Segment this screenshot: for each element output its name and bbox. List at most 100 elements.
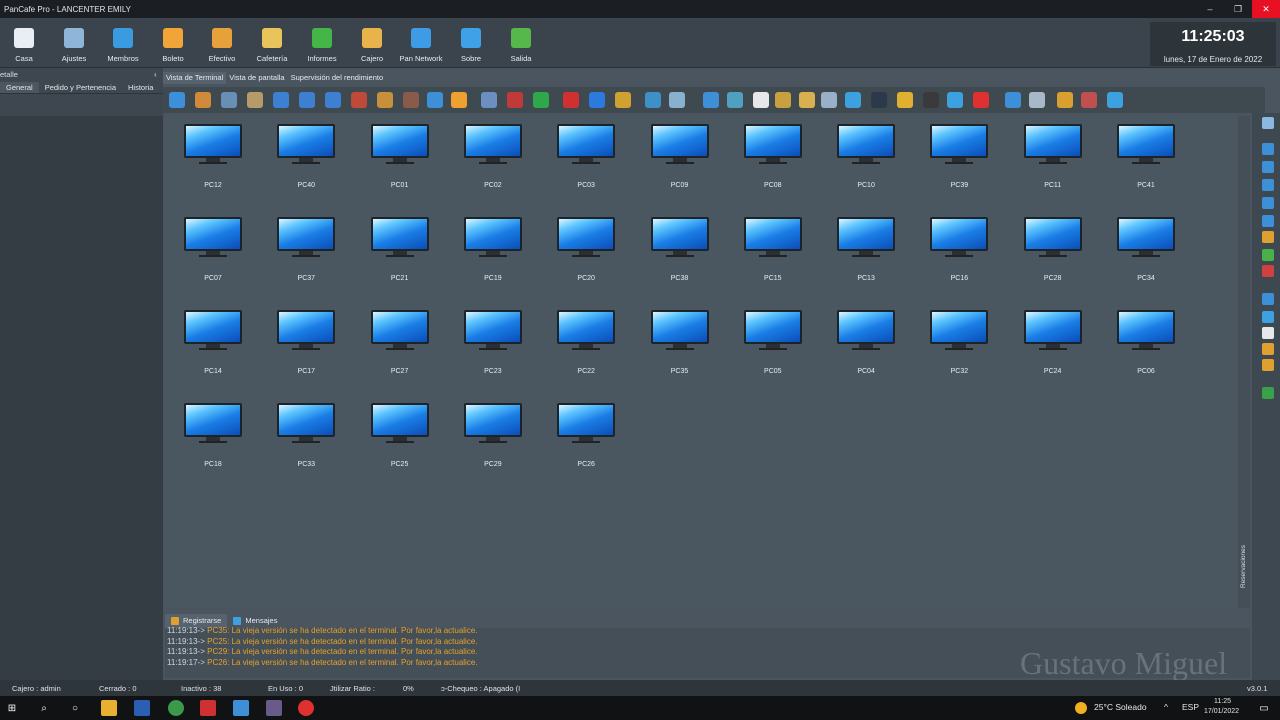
- ribbon-button-salida[interactable]: Salida: [497, 22, 545, 66]
- terminal-item[interactable]: PC34: [1110, 209, 1180, 282]
- terminal-item[interactable]: PC02: [457, 116, 527, 189]
- view-tab[interactable]: Supervisión del rendimiento: [288, 72, 387, 84]
- terminal-item[interactable]: PC21: [364, 209, 434, 282]
- terminal-item[interactable]: PC25: [364, 395, 434, 468]
- toolbar-tool-icon[interactable]: [1005, 92, 1021, 108]
- strip-tool-icon[interactable]: [1262, 387, 1274, 399]
- terminal-item[interactable]: PC33: [270, 395, 340, 468]
- terminal-item[interactable]: PC10: [830, 116, 900, 189]
- toolbar-tool-icon[interactable]: [897, 92, 913, 108]
- toolbar-tool-icon[interactable]: [703, 92, 719, 108]
- toolbar-tool-icon[interactable]: [563, 92, 579, 108]
- app-icon[interactable]: [266, 700, 282, 716]
- toolbar-tool-icon[interactable]: [325, 92, 341, 108]
- ribbon-button-casa[interactable]: Casa: [0, 22, 48, 66]
- ribbon-button-informes[interactable]: Informes: [298, 22, 346, 66]
- terminal-item[interactable]: PC27: [364, 302, 434, 375]
- tray-caret-icon[interactable]: ^: [1164, 702, 1168, 712]
- terminal-item[interactable]: PC18: [177, 395, 247, 468]
- ribbon-button-cafetería[interactable]: Cafetería: [248, 22, 296, 66]
- toolbar-tool-icon[interactable]: [533, 92, 549, 108]
- toolbar-tool-icon[interactable]: [221, 92, 237, 108]
- toolbar-tool-icon[interactable]: [821, 92, 837, 108]
- grid-scrollbar[interactable]: [1238, 116, 1250, 608]
- toolbar-tool-icon[interactable]: [427, 92, 443, 108]
- toolbar-tool-icon[interactable]: [871, 92, 887, 108]
- recorder-icon[interactable]: [298, 700, 314, 716]
- toolbar-tool-icon[interactable]: [973, 92, 989, 108]
- terminal-item[interactable]: PC41: [1110, 116, 1180, 189]
- toolbar-tool-icon[interactable]: [299, 92, 315, 108]
- windows-start-icon[interactable]: ⊞: [4, 700, 20, 716]
- terminal-item[interactable]: PC39: [923, 116, 993, 189]
- terminal-item[interactable]: PC17: [270, 302, 340, 375]
- terminal-item[interactable]: PC16: [923, 209, 993, 282]
- terminal-item[interactable]: PC03: [550, 116, 620, 189]
- strip-tool-icon[interactable]: [1262, 179, 1274, 191]
- terminal-item[interactable]: PC07: [177, 209, 247, 282]
- terminal-item[interactable]: PC13: [830, 209, 900, 282]
- close-button[interactable]: ✕: [1252, 0, 1280, 18]
- terminal-item[interactable]: PC32: [923, 302, 993, 375]
- terminal-item[interactable]: PC04: [830, 302, 900, 375]
- taskbar-time[interactable]: 11:25: [1214, 698, 1231, 705]
- toolbar-tool-icon[interactable]: [351, 92, 367, 108]
- chrome-icon[interactable]: [168, 700, 184, 716]
- terminal-item[interactable]: PC20: [550, 209, 620, 282]
- detail-tab[interactable]: Historia: [122, 82, 159, 93]
- language-indicator[interactable]: ESP: [1182, 702, 1199, 712]
- strip-tool-icon[interactable]: [1262, 327, 1274, 339]
- toolbar-tool-icon[interactable]: [451, 92, 467, 108]
- strip-tool-icon[interactable]: [1262, 311, 1274, 323]
- terminal-item[interactable]: PC38: [644, 209, 714, 282]
- toolbar-tool-icon[interactable]: [273, 92, 289, 108]
- terminal-item[interactable]: PC06: [1110, 302, 1180, 375]
- taskbar-date[interactable]: 17/01/2022: [1204, 708, 1239, 715]
- anydesk-icon[interactable]: [200, 700, 216, 716]
- toolbar-tool-icon[interactable]: [615, 92, 631, 108]
- search-icon[interactable]: ⌕: [36, 700, 52, 716]
- toolbar-tool-icon[interactable]: [947, 92, 963, 108]
- view-tab[interactable]: Vista de pantalla: [226, 72, 287, 84]
- ribbon-button-sobre[interactable]: Sobre: [447, 22, 495, 66]
- collapse-icon[interactable]: ‹: [154, 70, 157, 79]
- toolbar-tool-icon[interactable]: [845, 92, 861, 108]
- ribbon-button-pan-network[interactable]: Pan Network: [397, 22, 445, 66]
- terminal-item[interactable]: PC09: [644, 116, 714, 189]
- ribbon-button-boleto[interactable]: Boleto: [149, 22, 197, 66]
- terminal-item[interactable]: PC40: [270, 116, 340, 189]
- toolbar-tool-icon[interactable]: [403, 92, 419, 108]
- toolbar-tool-icon[interactable]: [1107, 92, 1123, 108]
- strip-tool-icon[interactable]: [1262, 161, 1274, 173]
- terminal-item[interactable]: PC37: [270, 209, 340, 282]
- word-icon[interactable]: [134, 700, 150, 716]
- toolbar-tool-icon[interactable]: [727, 92, 743, 108]
- strip-tool-icon[interactable]: [1262, 215, 1274, 227]
- remote-desktop-icon[interactable]: [233, 700, 249, 716]
- notifications-icon[interactable]: ▭: [1256, 700, 1272, 716]
- terminal-item[interactable]: PC35: [644, 302, 714, 375]
- ribbon-button-cajero[interactable]: Cajero: [348, 22, 396, 66]
- toolbar-tool-icon[interactable]: [507, 92, 523, 108]
- terminal-item[interactable]: PC19: [457, 209, 527, 282]
- reservaciones-label[interactable]: Reservaciones: [1240, 545, 1247, 588]
- toolbar-tool-icon[interactable]: [669, 92, 685, 108]
- toolbar-tool-icon[interactable]: [377, 92, 393, 108]
- strip-tool-icon[interactable]: [1262, 143, 1274, 155]
- detail-tab[interactable]: Pedido y Pertenencia: [39, 82, 122, 93]
- toolbar-tool-icon[interactable]: [775, 92, 791, 108]
- toolbar-tool-icon[interactable]: [923, 92, 939, 108]
- terminal-item[interactable]: PC28: [1017, 209, 1087, 282]
- ribbon-button-efectivo[interactable]: Efectivo: [198, 22, 246, 66]
- toolbar-tool-icon[interactable]: [645, 92, 661, 108]
- terminal-item[interactable]: PC12: [177, 116, 247, 189]
- toolbar-tool-icon[interactable]: [753, 92, 769, 108]
- terminal-item[interactable]: PC15: [737, 209, 807, 282]
- file-explorer-icon[interactable]: [101, 700, 117, 716]
- toolbar-tool-icon[interactable]: [589, 92, 605, 108]
- terminal-item[interactable]: PC23: [457, 302, 527, 375]
- terminal-item[interactable]: PC08: [737, 116, 807, 189]
- terminal-item[interactable]: PC24: [1017, 302, 1087, 375]
- terminal-item[interactable]: PC11: [1017, 116, 1087, 189]
- task-view-icon[interactable]: ○: [67, 700, 83, 716]
